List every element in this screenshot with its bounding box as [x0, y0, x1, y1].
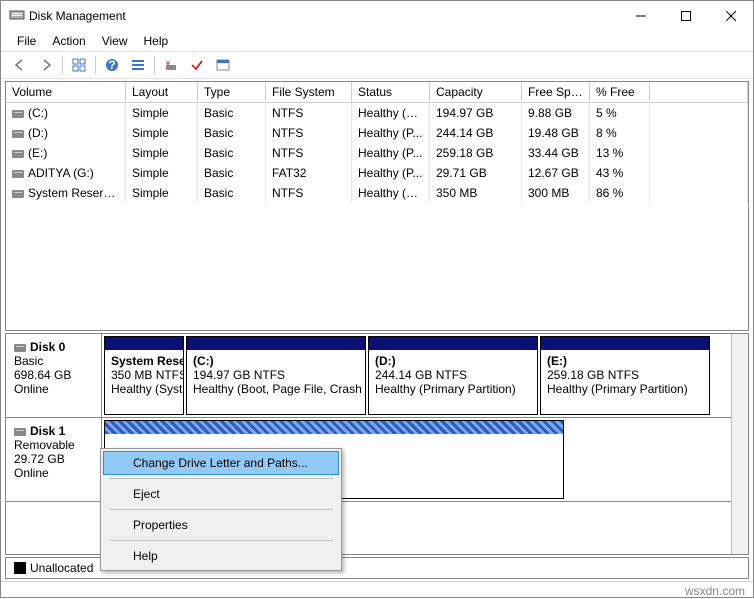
forward-button[interactable] — [34, 54, 58, 76]
table-row[interactable]: System Reserved SimpleBasicNTFS Healthy … — [6, 183, 748, 203]
disk-row: Disk 0Basic698.64 GBOnlineSystem Rese350… — [6, 334, 731, 418]
column-headers[interactable]: Volume Layout Type File System Status Ca… — [6, 82, 748, 103]
app-icon — [9, 7, 25, 26]
col-free[interactable]: Free Spa... — [522, 82, 590, 102]
table-row[interactable]: (E:) SimpleBasicNTFS Healthy (P...259.18… — [6, 143, 748, 163]
table-row[interactable]: (D:) SimpleBasicNTFS Healthy (P...244.14… — [6, 123, 748, 143]
menu-action[interactable]: Action — [44, 32, 93, 50]
ctx-properties[interactable]: Properties — [103, 513, 339, 537]
legend-swatch-unallocated — [14, 562, 26, 574]
list-icon[interactable] — [126, 54, 150, 76]
disk-info: Disk 0Basic698.64 GBOnline — [6, 334, 102, 417]
disk-icon — [12, 190, 24, 198]
volume-list[interactable]: Volume Layout Type File System Status Ca… — [5, 81, 749, 331]
disk-icon — [14, 344, 26, 352]
ctx-change-drive-letter[interactable]: Change Drive Letter and Paths... — [103, 451, 339, 475]
scrollbar[interactable] — [731, 334, 748, 554]
legend-unallocated: Unallocated — [30, 561, 93, 575]
disk-info: Disk 1Removable29.72 GBOnline — [6, 418, 102, 501]
partition[interactable]: (E:)259.18 GB NTFSHealthy (Primary Parti… — [540, 336, 710, 415]
partition[interactable]: System Rese350 MB NTFSHealthy (Syst — [104, 336, 184, 415]
table-row[interactable]: (C:) SimpleBasicNTFS Healthy (B...194.97… — [6, 103, 748, 123]
maximize-button[interactable] — [663, 1, 708, 31]
close-button[interactable] — [708, 1, 753, 31]
menu-file[interactable]: File — [9, 32, 44, 50]
col-capacity[interactable]: Capacity — [430, 82, 522, 102]
ctx-eject[interactable]: Eject — [103, 482, 339, 506]
watermark: wsxdn.com — [685, 584, 745, 598]
col-spacer — [650, 82, 748, 102]
col-type[interactable]: Type — [198, 82, 266, 102]
col-volume[interactable]: Volume — [6, 82, 126, 102]
title-bar: Disk Management — [1, 1, 753, 31]
col-pfree[interactable]: % Free — [590, 82, 650, 102]
table-row[interactable]: ADITYA (G:) SimpleBasicFAT32 Healthy (P.… — [6, 163, 748, 183]
toolbar: ? — [1, 51, 753, 79]
menu-help[interactable]: Help — [136, 32, 177, 50]
settings-icon[interactable] — [159, 54, 183, 76]
help-icon[interactable]: ? — [100, 54, 124, 76]
context-menu: Change Drive Letter and Paths... Eject P… — [100, 448, 342, 571]
svg-text:?: ? — [108, 58, 115, 72]
partition[interactable]: (D:)244.14 GB NTFSHealthy (Primary Parti… — [368, 336, 538, 415]
disk-icon — [12, 170, 24, 178]
minimize-button[interactable] — [618, 1, 663, 31]
menu-bar: File Action View Help — [1, 31, 753, 51]
partition[interactable]: (C:)194.97 GB NTFSHealthy (Boot, Page Fi… — [186, 336, 366, 415]
panel-icon[interactable] — [211, 54, 235, 76]
ctx-help[interactable]: Help — [103, 544, 339, 568]
menu-view[interactable]: View — [94, 32, 136, 50]
disk-icon — [12, 150, 24, 158]
disk-icon — [12, 130, 24, 138]
disk-icon — [12, 110, 24, 118]
view-grid-icon[interactable] — [67, 54, 91, 76]
disk-icon — [14, 428, 26, 436]
partition-strip: System Rese350 MB NTFSHealthy (Syst(C:)1… — [102, 334, 731, 417]
status-bar: wsxdn.com — [1, 581, 753, 599]
check-icon[interactable] — [185, 54, 209, 76]
back-button[interactable] — [8, 54, 32, 76]
window-title: Disk Management — [25, 9, 618, 23]
col-status[interactable]: Status — [352, 82, 430, 102]
col-filesystem[interactable]: File System — [266, 82, 352, 102]
col-layout[interactable]: Layout — [126, 82, 198, 102]
